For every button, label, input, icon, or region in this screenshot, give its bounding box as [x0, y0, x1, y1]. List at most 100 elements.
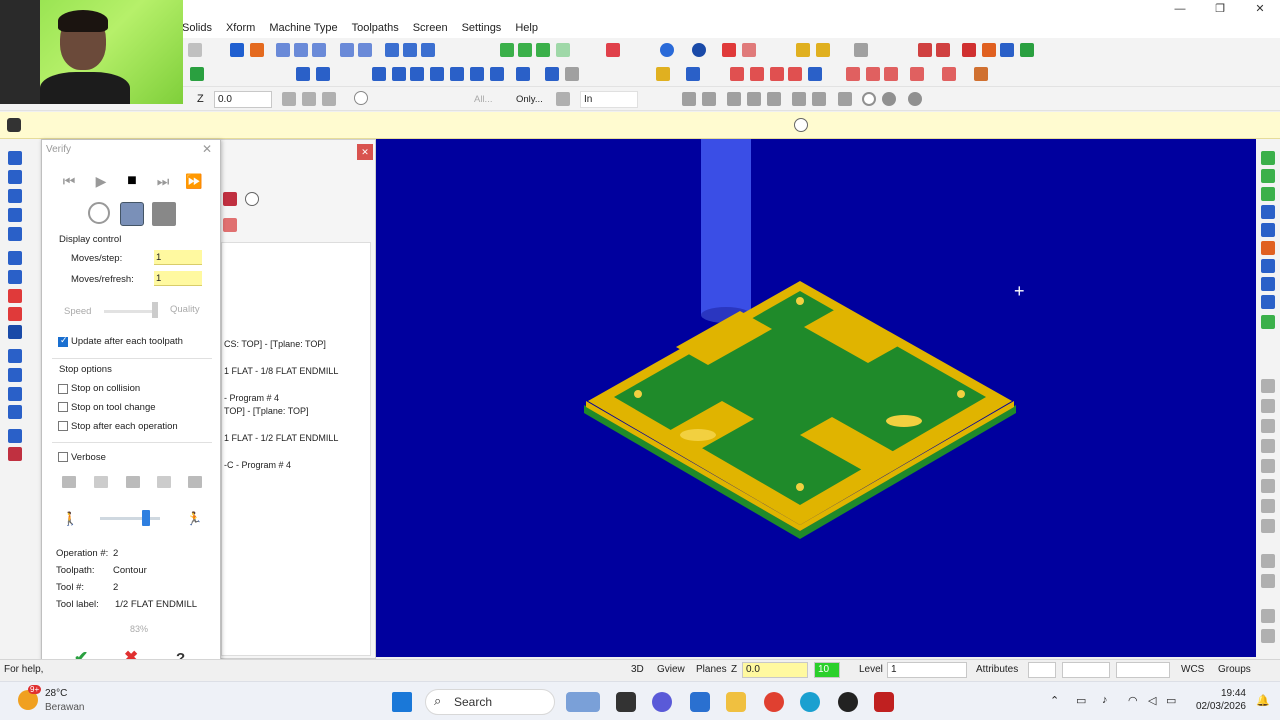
stop-after-operation-checkbox[interactable] — [58, 421, 68, 431]
trim-icon[interactable] — [516, 67, 530, 81]
minimize-button[interactable]: — — [1160, 0, 1200, 18]
query-icon[interactable] — [918, 43, 932, 57]
rotate-icon[interactable] — [1261, 241, 1275, 255]
notification-icon[interactable]: 🔔 — [1256, 694, 1270, 707]
grid-icon[interactable] — [372, 67, 386, 81]
tool-display-icon[interactable] — [120, 202, 144, 226]
menu-machine-type[interactable]: Machine Type — [269, 22, 337, 34]
solid-revolve-icon[interactable] — [8, 307, 22, 321]
verify-icon[interactable] — [490, 67, 504, 81]
run-icon[interactable]: 🏃 — [186, 512, 202, 526]
stop-on-tool-change-checkbox[interactable] — [58, 402, 68, 412]
color-input[interactable]: 10 — [814, 662, 840, 678]
menu-xform[interactable]: Xform — [226, 22, 255, 34]
sketch-icon[interactable] — [302, 92, 316, 106]
select-solid-icon[interactable] — [702, 92, 716, 106]
update-toolpath-checkbox[interactable] — [58, 335, 68, 347]
compare-icon[interactable] — [94, 476, 108, 488]
volume-icon[interactable]: ◁ — [1148, 694, 1156, 707]
xform-icon[interactable] — [8, 387, 22, 401]
chain-icon[interactable] — [392, 67, 406, 81]
zoom-out-icon[interactable] — [340, 43, 354, 57]
select-body-icon[interactable] — [767, 92, 781, 106]
view-front-icon[interactable] — [1261, 169, 1275, 183]
select-edge-icon[interactable] — [747, 92, 761, 106]
planes-button[interactable]: Planes — [696, 664, 727, 675]
sphere-icon[interactable] — [692, 43, 706, 57]
zoom-window-icon[interactable] — [294, 43, 308, 57]
arc-icon[interactable] — [8, 189, 22, 203]
verify-selection-icon[interactable] — [838, 92, 852, 106]
autocursor-icon[interactable] — [322, 92, 336, 106]
attrib-icon[interactable] — [974, 67, 988, 81]
groups-button[interactable]: Groups — [1218, 664, 1251, 675]
tp-help-icon[interactable] — [245, 192, 259, 206]
repaint-icon[interactable] — [385, 43, 399, 57]
select-back-icon[interactable] — [792, 92, 806, 106]
pencil-icon[interactable] — [796, 43, 810, 57]
vector-icon[interactable] — [450, 67, 464, 81]
export-icon[interactable] — [1020, 43, 1034, 57]
arrow-icon[interactable] — [686, 67, 700, 81]
zoom-in-icon[interactable] — [312, 43, 326, 57]
shading-icon[interactable] — [942, 67, 956, 81]
regen-icon[interactable] — [403, 43, 417, 57]
recorder-icon[interactable] — [838, 692, 858, 712]
view-top-icon[interactable] — [1261, 151, 1275, 165]
clear-icon[interactable] — [421, 43, 435, 57]
draft-icon[interactable] — [1261, 574, 1275, 588]
selection-mode-icon[interactable] — [556, 92, 570, 106]
cplane-icon[interactable] — [1261, 277, 1275, 291]
hidden-icon[interactable] — [536, 43, 550, 57]
line-icon[interactable] — [8, 170, 22, 184]
layers-icon[interactable] — [1261, 609, 1275, 623]
taskbar-search[interactable]: ⌕ Search — [425, 689, 555, 715]
list-icon[interactable] — [750, 67, 764, 81]
prompt-icon[interactable] — [7, 118, 21, 132]
nc-icon[interactable] — [962, 43, 976, 57]
selection-type-select[interactable]: In — [580, 91, 638, 108]
plane-icon[interactable] — [1261, 223, 1275, 237]
view-side-icon[interactable] — [1261, 187, 1275, 201]
view-iso-icon[interactable] — [1261, 205, 1275, 219]
chrome-icon[interactable] — [764, 692, 784, 712]
layer-icon[interactable] — [936, 43, 950, 57]
undo-icon[interactable] — [188, 43, 202, 57]
mirror-icon[interactable] — [565, 67, 579, 81]
tree-line[interactable]: 1 FLAT - 1/2 FLAT ENDMILL — [224, 433, 338, 443]
settings-icon[interactable] — [1261, 399, 1275, 413]
chart-icon[interactable] — [126, 476, 140, 488]
globe-icon[interactable] — [660, 43, 674, 57]
solid-extrude-icon[interactable] — [8, 289, 22, 303]
tree-line[interactable]: -C - Program # 4 — [224, 460, 291, 470]
box-icon[interactable] — [808, 67, 822, 81]
fastpoint-icon[interactable] — [282, 92, 296, 106]
fit-icon[interactable] — [276, 43, 290, 57]
verbose-checkbox[interactable] — [58, 452, 68, 462]
selection-help-icon[interactable] — [908, 92, 922, 106]
z-depth-field[interactable]: 0.0 — [214, 91, 272, 108]
moves-step-input[interactable]: 1 — [154, 250, 202, 265]
tray-chevron-icon[interactable]: ⌃ — [1050, 694, 1059, 707]
tp-verify-icon[interactable] — [223, 192, 237, 206]
mill-icon[interactable] — [8, 447, 22, 461]
cube-icon[interactable] — [606, 43, 620, 57]
boolean-icon[interactable] — [1261, 519, 1275, 533]
rectangle-icon[interactable] — [8, 227, 22, 241]
mode-3d-button[interactable]: 3D — [631, 664, 644, 675]
shell-icon[interactable] — [1261, 499, 1275, 513]
dialog-close-button[interactable]: ✕ — [202, 142, 212, 156]
color-icon[interactable] — [190, 67, 204, 81]
select-last-icon[interactable] — [682, 92, 696, 106]
print-icon[interactable] — [1261, 629, 1275, 643]
light-icon[interactable] — [656, 67, 670, 81]
menu-screen[interactable]: Screen — [413, 22, 448, 34]
edge-icon[interactable] — [800, 692, 820, 712]
task-view-icon[interactable] — [616, 692, 636, 712]
tag-icon[interactable] — [770, 67, 784, 81]
solid-icon[interactable] — [722, 43, 736, 57]
point-style-select[interactable] — [1028, 662, 1056, 678]
chat-icon[interactable] — [652, 692, 672, 712]
speed-slider-thumb[interactable] — [142, 510, 150, 526]
attributes-button[interactable]: Attributes — [976, 664, 1018, 675]
